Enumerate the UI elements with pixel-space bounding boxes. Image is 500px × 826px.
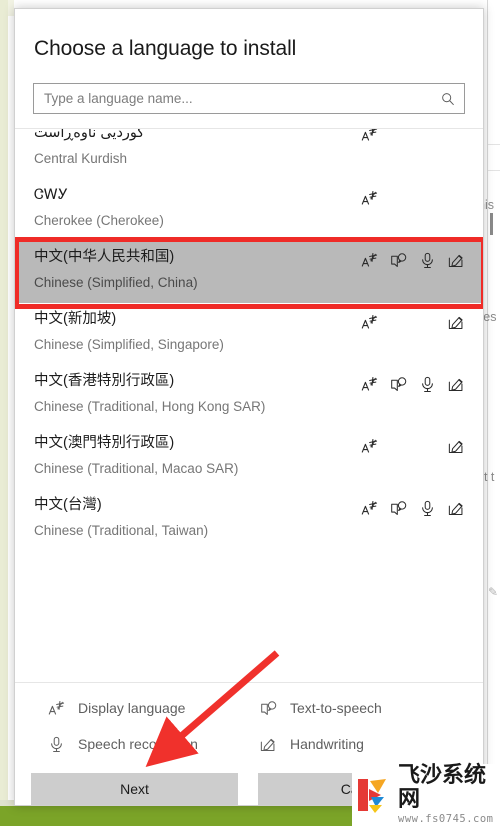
language-row-selected[interactable]: 中文(中华人民共和国) Chinese (Simplified, China) xyxy=(15,237,483,309)
legend-item-display-language: Display language xyxy=(15,699,227,717)
language-feature-icons xyxy=(361,251,465,269)
text-to-speech-icon xyxy=(390,499,407,517)
next-button[interactable]: Next xyxy=(31,773,238,805)
background-rule xyxy=(488,144,500,145)
language-feature-icons xyxy=(361,189,465,207)
language-search-box[interactable] xyxy=(33,83,465,114)
background-handwriting-icon: ✎ xyxy=(488,585,499,599)
speech-recognition-icon xyxy=(419,375,436,393)
language-english-name: Chinese (Traditional, Macao SAR) xyxy=(34,461,239,476)
handwriting-icon xyxy=(448,499,465,517)
legend-item-handwriting: Handwriting xyxy=(227,735,483,753)
dialog-title: Choose a language to install xyxy=(34,37,297,60)
handwriting-icon xyxy=(259,735,277,753)
display-language-icon xyxy=(361,375,378,393)
handwriting-icon xyxy=(448,375,465,393)
display-language-icon xyxy=(361,313,378,331)
display-language-icon xyxy=(361,129,378,143)
language-list[interactable]: کوردیی ناوەڕاست Central Kurdish ᏣᎳᎩ Cheroke… xyxy=(15,129,483,682)
watermark-logo-icon xyxy=(356,775,396,815)
language-english-name: Cherokee (Cherokee) xyxy=(34,213,164,228)
handwriting-icon xyxy=(448,251,465,269)
legend-item-label: Speech recognition xyxy=(78,736,198,752)
search-icon[interactable] xyxy=(441,92,455,106)
watermark-url: www.fs0745.com xyxy=(398,813,494,825)
background-left-strip xyxy=(0,0,8,806)
language-row[interactable]: 中文(香港特別行政區) Chinese (Traditional, Hong Ko… xyxy=(15,365,483,427)
background-scrollbar-thumb[interactable] xyxy=(490,213,493,235)
legend-item-label: Text-to-speech xyxy=(290,700,382,716)
language-row[interactable]: 中文(澳門特別行政區) Chinese (Traditional, Macao S… xyxy=(15,427,483,489)
site-watermark: 飞沙系统网 www.fs0745.com xyxy=(352,764,500,826)
choose-language-dialog: Choose a language to install کوردیی ناوە… xyxy=(14,8,484,806)
language-english-name: Chinese (Simplified, Singapore) xyxy=(34,337,224,352)
text-to-speech-icon xyxy=(390,375,407,393)
language-row[interactable]: 中文(台灣) Chinese (Traditional, Taiwan) xyxy=(15,489,483,551)
language-row[interactable]: ᏣᎳᎩ Cherokee (Cherokee) xyxy=(15,179,483,241)
text-to-speech-icon xyxy=(259,699,277,717)
display-language-icon xyxy=(361,251,378,269)
language-english-name: Central Kurdish xyxy=(34,151,128,166)
speech-recognition-icon xyxy=(419,499,436,517)
background-panel-edge xyxy=(487,0,488,806)
language-english-name: Chinese (Simplified, China) xyxy=(34,275,198,290)
handwriting-icon xyxy=(448,313,465,331)
language-feature-icons xyxy=(361,129,465,143)
legend-item-label: Display language xyxy=(78,700,186,716)
language-english-name: Chinese (Traditional, Hong Kong SAR) xyxy=(34,399,266,414)
display-language-icon xyxy=(361,437,378,455)
language-feature-icons xyxy=(361,437,465,455)
handwriting-icon xyxy=(448,437,465,455)
language-feature-icons xyxy=(361,375,465,393)
speech-recognition-icon xyxy=(419,251,436,269)
search-input[interactable] xyxy=(34,91,464,106)
display-language-icon xyxy=(361,499,378,517)
feature-legend: Display language Text-to-speech Speech rec… xyxy=(15,683,483,767)
language-english-name: Chinese (Traditional, Taiwan) xyxy=(34,523,209,538)
text-to-speech-icon xyxy=(390,251,407,269)
background-rule xyxy=(488,170,500,171)
legend-item-speech-recognition: Speech recognition xyxy=(15,735,227,753)
speech-recognition-icon xyxy=(47,735,65,753)
legend-item-text-to-speech: Text-to-speech xyxy=(227,699,483,717)
language-feature-icons xyxy=(361,499,465,517)
watermark-name: 飞沙系统网 xyxy=(398,763,487,812)
language-row[interactable]: 中文(新加坡) Chinese (Simplified, Singapore) xyxy=(15,303,483,365)
legend-item-label: Handwriting xyxy=(290,736,364,752)
language-feature-icons xyxy=(361,313,465,331)
display-language-icon xyxy=(47,699,65,717)
display-language-icon xyxy=(361,189,378,207)
language-row[interactable]: کوردیی ناوەڕاست Central Kurdish xyxy=(15,129,483,179)
